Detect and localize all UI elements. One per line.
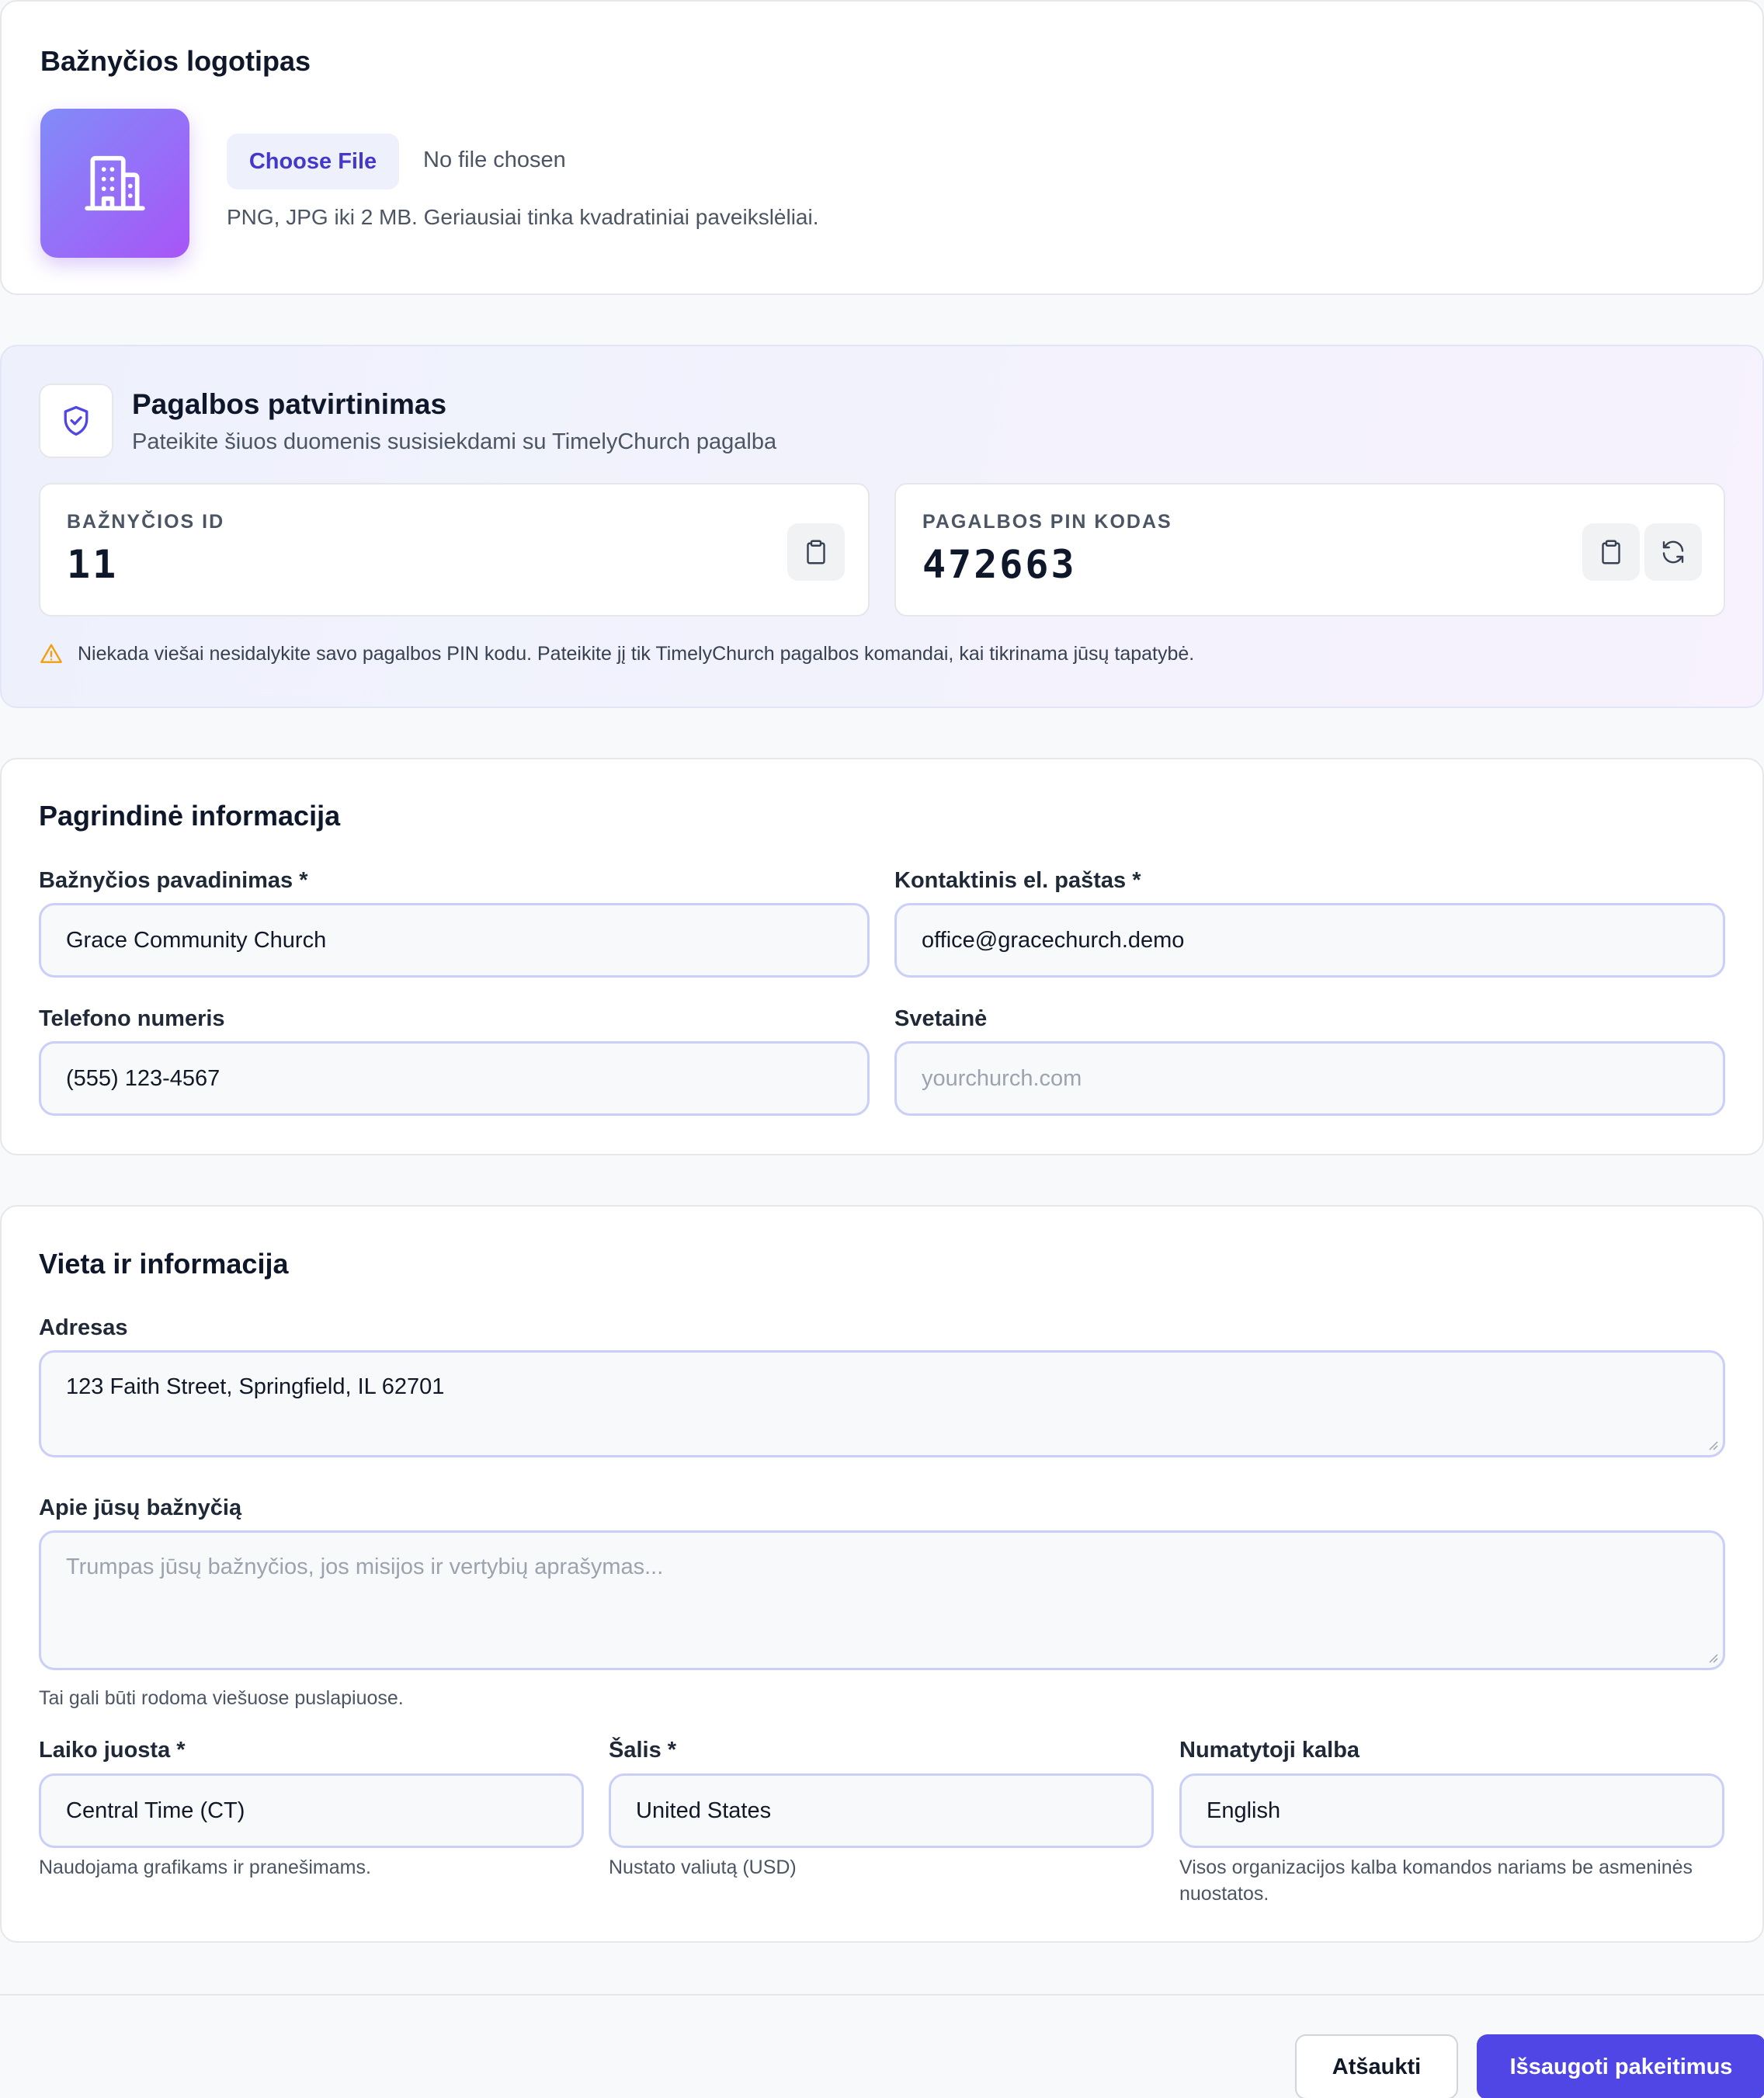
timezone-help-text: Naudojama grafikams ir pranešimams. <box>39 1857 371 1878</box>
support-subtitle: Pateikite šiuos duomenis susisiekdami su… <box>132 429 777 454</box>
timezone-label: Laiko juosta * <box>39 1738 186 1763</box>
country-select[interactable]: United States <box>609 1773 1154 1848</box>
language-label: Numatytoji kalba <box>1179 1738 1360 1763</box>
shield-badge <box>39 384 113 458</box>
about-textarea[interactable]: Trumpas jūsų bažnyčios, jos misijos ir v… <box>39 1530 1725 1670</box>
timezone-select[interactable]: Central Time (CT) <box>39 1773 584 1848</box>
support-pin-box: PAGALBOS PIN KODAS 472663 <box>894 483 1725 617</box>
footer-divider <box>0 1994 1764 1996</box>
about-help-text: Tai gali būti rodoma viešuose puslapiuos… <box>39 1687 404 1709</box>
location-title: Vieta ir informacija <box>39 1248 289 1280</box>
about-placeholder: Trumpas jūsų bažnyčios, jos misijos ir v… <box>66 1554 664 1579</box>
about-label: Apie jūsų bažnyčią <box>39 1495 242 1520</box>
church-id-box: BAŽNYČIOS ID 11 <box>39 483 870 617</box>
cancel-button[interactable]: Atšaukti <box>1295 2034 1458 2098</box>
refresh-icon <box>1662 540 1684 564</box>
file-hint-text: PNG, JPG iki 2 MB. Geriausiai tinka kvad… <box>227 205 819 229</box>
website-input[interactable]: yourchurch.com <box>894 1041 1725 1116</box>
church-logo-preview <box>40 109 189 258</box>
phone-input[interactable]: (555) 123-4567 <box>39 1041 870 1116</box>
address-label: Adresas <box>39 1315 128 1340</box>
support-pin-value: 472663 <box>922 542 1077 587</box>
shield-check-icon <box>64 405 89 436</box>
language-help-text: Visos organizacijos kalba komandos naria… <box>1179 1857 1693 1905</box>
church-id-value: 11 <box>67 542 119 587</box>
resize-grip-icon[interactable] <box>1706 1438 1718 1450</box>
phone-label: Telefono numeris <box>39 1006 225 1031</box>
copy-church-id-button[interactable] <box>787 523 845 581</box>
resize-grip-icon[interactable] <box>1706 1651 1718 1663</box>
building-icon <box>85 155 145 211</box>
logo-section-title: Bažnyčios logotipas <box>40 45 311 77</box>
warning-icon <box>40 644 62 663</box>
clipboard-icon <box>1602 540 1620 564</box>
copy-pin-button[interactable] <box>1582 523 1640 581</box>
country-label: Šalis * <box>609 1738 677 1763</box>
pin-warning-text: Niekada viešai nesidalykite savo pagalbo… <box>78 642 1195 665</box>
basic-info-title: Pagrindinė informacija <box>39 800 341 832</box>
file-status-text: No file chosen <box>423 148 566 172</box>
email-input[interactable]: office@gracechurch.demo <box>894 903 1725 978</box>
address-value: 123 Faith Street, Springfield, IL 62701 <box>66 1374 445 1399</box>
logo-card: Bažnyčios logotipas Choose File No file … <box>0 0 1764 295</box>
support-title: Pagalbos patvirtinimas <box>132 388 447 420</box>
save-changes-button[interactable]: Išsaugoti pakeitimus <box>1477 2034 1764 2098</box>
website-label: Svetainė <box>894 1006 988 1031</box>
church-name-input[interactable]: Grace Community Church <box>39 903 870 978</box>
email-label: Kontaktinis el. paštas * <box>894 868 1141 893</box>
church-name-label: Bažnyčios pavadinimas * <box>39 868 308 893</box>
clipboard-icon <box>807 540 825 564</box>
support-pin-label: PAGALBOS PIN KODAS <box>922 511 1172 533</box>
choose-file-button[interactable]: Choose File <box>227 134 399 189</box>
church-id-label: BAŽNYČIOS ID <box>67 511 225 533</box>
pin-warning: Niekada viešai nesidalykite savo pagalbo… <box>39 641 1194 666</box>
country-help-text: Nustato valiutą (USD) <box>609 1857 797 1878</box>
language-select[interactable]: English <box>1179 1773 1724 1848</box>
regenerate-pin-button[interactable] <box>1644 523 1702 581</box>
address-textarea[interactable]: 123 Faith Street, Springfield, IL 62701 <box>39 1350 1725 1457</box>
